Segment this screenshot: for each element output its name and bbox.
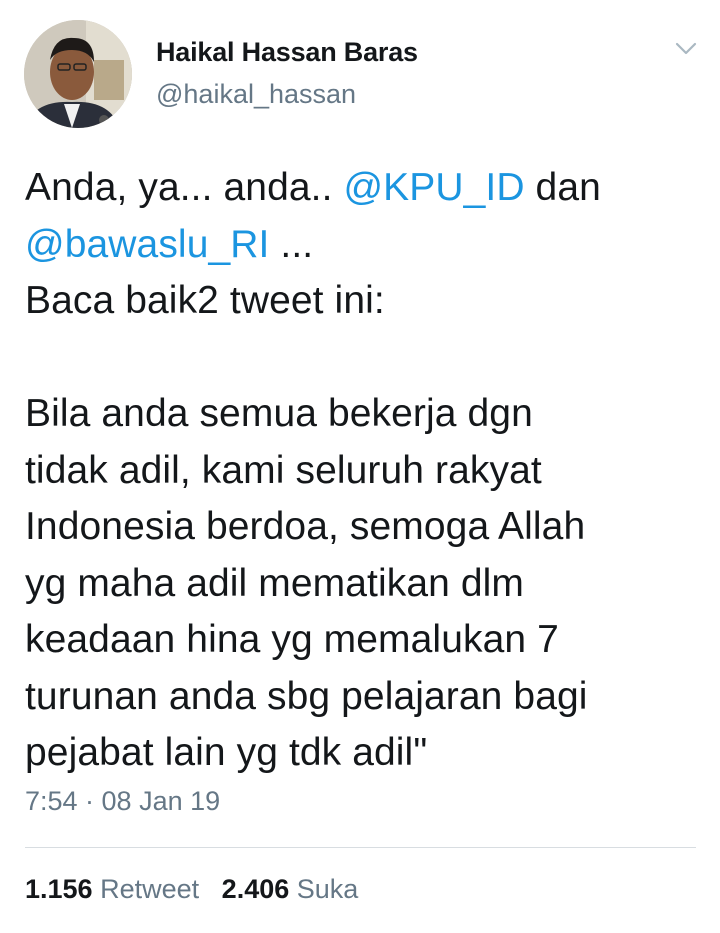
- tweet-line: tidak adil, kami seluruh rakyat: [25, 448, 542, 492]
- tweet-line: Indonesia berdoa, semoga Allah: [25, 505, 586, 548]
- tweet-line-text: ...: [269, 222, 314, 266]
- likes-stat[interactable]: 2.406 Suka: [222, 874, 359, 904]
- tweet-line: turunan anda sbg pelajaran bagi: [25, 674, 588, 718]
- tweet-line: keadaan hina yg memalukan 7: [25, 618, 559, 661]
- mention-link[interactable]: @KPU_ID: [343, 166, 524, 209]
- tweet-line-text: Anda, ya... anda..: [25, 166, 344, 209]
- likes-label: Suka: [296, 874, 359, 904]
- likes-count: 2.406: [221, 874, 290, 904]
- avatar-image: [24, 20, 132, 128]
- tweet-timestamp[interactable]: 7:54 · 08 Jan 19: [25, 786, 220, 817]
- author-handle[interactable]: @haikal_hassan: [156, 79, 356, 110]
- retweets-stat[interactable]: 1.156 Retweet: [25, 874, 199, 904]
- tweet-line: Anda, ya... anda.. @KPU_ID dan: [25, 160, 705, 217]
- tweet-line: @bawaslu_RI ...: [25, 217, 705, 274]
- tweet-text: Anda, ya... anda.. @KPU_ID dan @bawaslu_…: [25, 160, 705, 782]
- author-name[interactable]: Haikal Hassan Baras: [156, 37, 418, 68]
- avatar[interactable]: [24, 20, 132, 128]
- divider: [25, 847, 696, 848]
- tweet-line: Bila anda semua bekerja dgn: [25, 392, 533, 435]
- tweet-line: yg maha adil mematikan dlm: [25, 561, 524, 605]
- tweet-line: pejabat lain yg tdk adil": [25, 731, 428, 774]
- tweet-line-text: dan: [524, 166, 601, 209]
- tweet-stats: 1.156 Retweet 2.406 Suka: [25, 874, 358, 905]
- retweets-count: 1.156: [25, 874, 93, 904]
- retweets-label: Retweet: [100, 874, 200, 904]
- tweet-line: Baca baik2 tweet ini:: [25, 279, 385, 322]
- chevron-down-icon[interactable]: [672, 36, 700, 60]
- mention-link[interactable]: @bawaslu_RI: [25, 223, 269, 266]
